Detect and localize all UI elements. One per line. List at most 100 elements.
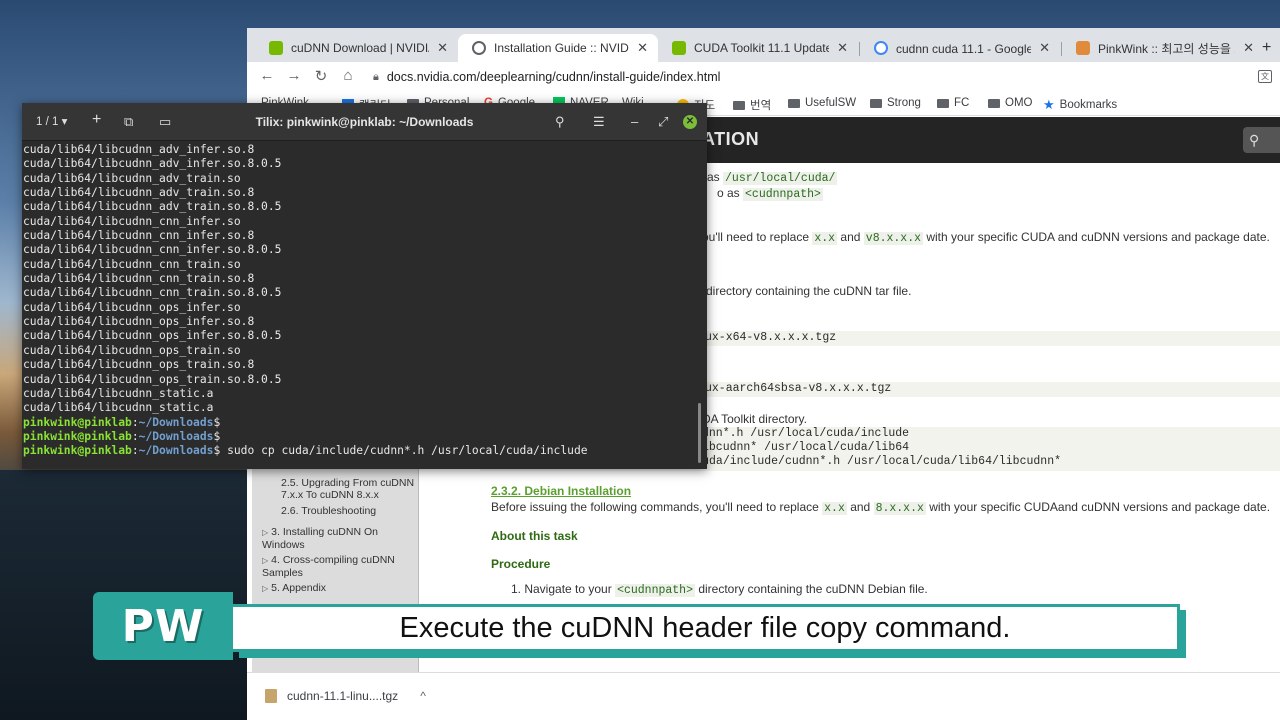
search-icon[interactable]: ⚲ — [1243, 127, 1280, 153]
terminal-line: cuda/lib64/libcudnn_adv_train.so — [23, 171, 241, 185]
tab-bar: cuDNN Download | NVIDIA D ✕ Installation… — [247, 28, 1280, 62]
terminal-window: 1 / 1 ▾ + ⧉ ▭ Tilix: pinkwink@pinklab: ~… — [22, 103, 707, 469]
bookmark-translate[interactable]: 번역 — [733, 97, 771, 113]
tab-cudnn-download[interactable]: cuDNN Download | NVIDIA D ✕ — [255, 34, 458, 62]
address-bar[interactable]: 🔒︎ docs.nvidia.com/deeplearning/cudnn/in… — [363, 64, 1263, 90]
section-link-debian[interactable]: 2.3.2. Debian Installation — [491, 484, 631, 498]
bookmark-fc[interactable]: FC — [937, 97, 969, 109]
terminal-line: cuda/lib64/libcudnn_adv_infer.so.8.0.5 — [23, 157, 282, 171]
tab-google-search[interactable]: cudnn cuda 11.1 - Google 검색 ✕ — [860, 34, 1060, 62]
google-icon — [874, 41, 888, 55]
sidebar-item-cross-compiling[interactable]: ▷ 4. Cross-compiling cuDNN Samples — [262, 554, 412, 579]
sidebar-item-windows[interactable]: ▷ 3. Installing cuDNN On Windows — [262, 526, 412, 551]
terminal-line: cuda/lib64/libcudnn_adv_infer.so.8 — [23, 143, 255, 156]
doc-line: Before issuing the following commands, y… — [491, 500, 1271, 515]
terminal-prompt: pinkwink@pinklab:~/Downloads$ — [23, 429, 221, 443]
terminal-line: cuda/lib64/libcudnn_static.a — [23, 386, 214, 400]
terminal-scrollbar[interactable] — [698, 403, 701, 463]
tab-cuda-toolkit[interactable]: CUDA Toolkit 11.1 Update 1 D ✕ — [658, 34, 858, 62]
tab-close-icon[interactable]: ✕ — [437, 40, 448, 56]
nvidia-favicon-icon — [672, 41, 686, 55]
archive-file-icon — [265, 689, 277, 703]
subtitle-box: Execute the cuDNN header file copy comma… — [233, 604, 1180, 652]
terminal-line: cuda/lib64/libcudnn_ops_train.so — [23, 343, 241, 357]
doc-line: DA Toolkit directory. — [702, 412, 807, 426]
home-icon[interactable]: ⌂ — [338, 67, 358, 84]
terminal-line: cuda/lib64/libcudnn_cnn_train.so — [23, 257, 241, 271]
folder-icon — [788, 98, 800, 108]
folder-icon — [988, 98, 1000, 108]
sidebar-item-troubleshooting[interactable]: 2.6. Troubleshooting — [281, 505, 431, 517]
back-arrow-icon[interactable]: ← — [257, 67, 277, 84]
doc-line: 1. Navigate to your <cudnnpath> director… — [511, 582, 928, 597]
terminal-line: cuda/lib64/libcudnn_static.a — [23, 401, 214, 415]
tab-installation-guide[interactable]: Installation Guide :: NVIDIA D ✕ — [458, 34, 658, 62]
channel-badge: PW — [93, 592, 233, 660]
doc-line: o as <cudnnpath> — [717, 186, 823, 201]
new-tab-button[interactable]: + — [1262, 34, 1280, 62]
terminal-output[interactable]: cuda/lib64/libcudnn_adv_infer.so.8 cuda/… — [23, 143, 693, 465]
sidebar-item-upgrading[interactable]: 2.5. Upgrading From cuDNN 7.x.x To cuDNN… — [281, 477, 431, 501]
terminal-line: cuda/lib64/libcudnn_adv_train.so.8.0.5 — [23, 200, 282, 214]
bookmark-strong[interactable]: Strong — [870, 97, 921, 109]
browser-toolbar: ← → ↻ ⌂ 🔒︎ docs.nvidia.com/deeplearning/… — [247, 62, 1280, 92]
minimize-icon[interactable]: – — [631, 114, 638, 129]
terminal-line: cuda/lib64/libcudnn_cnn_infer.so.8 — [23, 229, 255, 243]
url-text: docs.nvidia.com/deeplearning/cudnn/insta… — [386, 70, 721, 84]
terminal-line: cuda/lib64/libcudnn_cnn_infer.so — [23, 214, 241, 228]
subtitle-text: Execute the cuDNN header file copy comma… — [399, 611, 1011, 644]
maximize-icon[interactable]: ⤢ — [658, 114, 668, 130]
doc-line: as /usr/local/cuda/ — [707, 170, 838, 185]
terminal-line: cuda/lib64/libcudnn_ops_train.so.8.0.5 — [23, 372, 282, 386]
expand-arrow-icon[interactable]: ▷ — [262, 556, 268, 565]
translate-icon[interactable]: 文 — [1258, 70, 1272, 83]
download-item[interactable]: cudnn-11.1-linu....tgz ^ — [265, 689, 426, 703]
folder-icon — [937, 98, 949, 108]
about-heading: About this task — [491, 529, 578, 543]
doc-line: ou'll need to replace x.x and v8.x.x.x w… — [702, 230, 1270, 245]
terminal-line: cuda/lib64/libcudnn_ops_train.so.8 — [23, 358, 255, 372]
bookmark-usefulsw[interactable]: UsefulSW — [788, 97, 856, 109]
forward-arrow-icon[interactable]: → — [284, 67, 304, 84]
tab-pinkwink[interactable]: PinkWink :: 최고의 성능을 자랑하 ✕ — [1062, 34, 1264, 62]
doc-line: directory containing the cuDNN tar file. — [706, 284, 912, 298]
terminal-header: 1 / 1 ▾ + ⧉ ▭ Tilix: pinkwink@pinklab: ~… — [22, 103, 707, 141]
code-block-tar-aarch64: ux-aarch64sbsa-v8.x.x.x.tgz — [702, 382, 1280, 397]
folder-icon — [733, 100, 745, 110]
doc-header-title: ATION — [702, 129, 760, 149]
close-icon[interactable]: ✕ — [683, 115, 697, 129]
terminal-line: cuda/lib64/libcudnn_cnn_infer.so.8.0.5 — [23, 243, 282, 257]
nvidia-favicon-icon — [269, 41, 283, 55]
expand-arrow-icon[interactable]: ▷ — [262, 584, 268, 593]
tab-close-icon[interactable]: ✕ — [637, 40, 648, 56]
tab-close-icon[interactable]: ✕ — [837, 40, 848, 56]
terminal-line: cuda/lib64/libcudnn_adv_train.so.8 — [23, 186, 255, 200]
chevron-up-icon[interactable]: ^ — [420, 689, 426, 703]
bookmark-bookmarks[interactable]: ★ Bookmarks — [1043, 97, 1117, 113]
terminal-line: cuda/lib64/libcudnn_cnn_train.so.8 — [23, 272, 255, 286]
lock-icon: 🔒︎ — [373, 70, 379, 83]
terminal-line: cuda/lib64/libcudnn_ops_infer.so.8.0.5 — [23, 329, 282, 343]
terminal-prompt: pinkwink@pinklab:~/Downloads$ — [23, 415, 221, 429]
expand-arrow-icon[interactable]: ▷ — [262, 528, 268, 537]
channel-badge-text: PW — [121, 600, 205, 652]
download-bar: cudnn-11.1-linu....tgz ^ — [247, 672, 1280, 720]
reload-icon[interactable]: ↻ — [311, 67, 331, 85]
menu-icon[interactable]: ☰ — [593, 114, 605, 130]
terminal-line: cuda/lib64/libcudnn_cnn_train.so.8.0.5 — [23, 286, 282, 300]
tab-close-icon[interactable]: ✕ — [1039, 40, 1050, 56]
code-block-copy-include: dnn*.h /usr/local/cuda/include — [702, 427, 1280, 442]
code-block-tar-x64: ux-x64-v8.x.x.x.tgz — [702, 331, 1280, 346]
terminal-prompt-command: pinkwink@pinklab:~/Downloads$ sudo cp cu… — [23, 444, 588, 458]
tab-close-icon[interactable]: ✕ — [1243, 40, 1254, 56]
globe-icon — [472, 41, 486, 55]
sidebar-item-appendix[interactable]: ▷ 5. Appendix — [262, 582, 412, 595]
search-icon[interactable]: ⚲ — [555, 114, 565, 130]
bookmark-omo[interactable]: OMO — [988, 97, 1032, 109]
procedure-heading: Procedure — [491, 557, 551, 571]
star-icon: ★ — [1043, 97, 1055, 112]
terminal-line: cuda/lib64/libcudnn_ops_infer.so.8 — [23, 315, 255, 329]
terminal-line: cuda/lib64/libcudnn_ops_infer.so — [23, 300, 241, 314]
code-block-copy-lib: ibcudnn* /usr/local/cuda/lib64 — [702, 441, 1280, 456]
folder-icon — [870, 98, 882, 108]
